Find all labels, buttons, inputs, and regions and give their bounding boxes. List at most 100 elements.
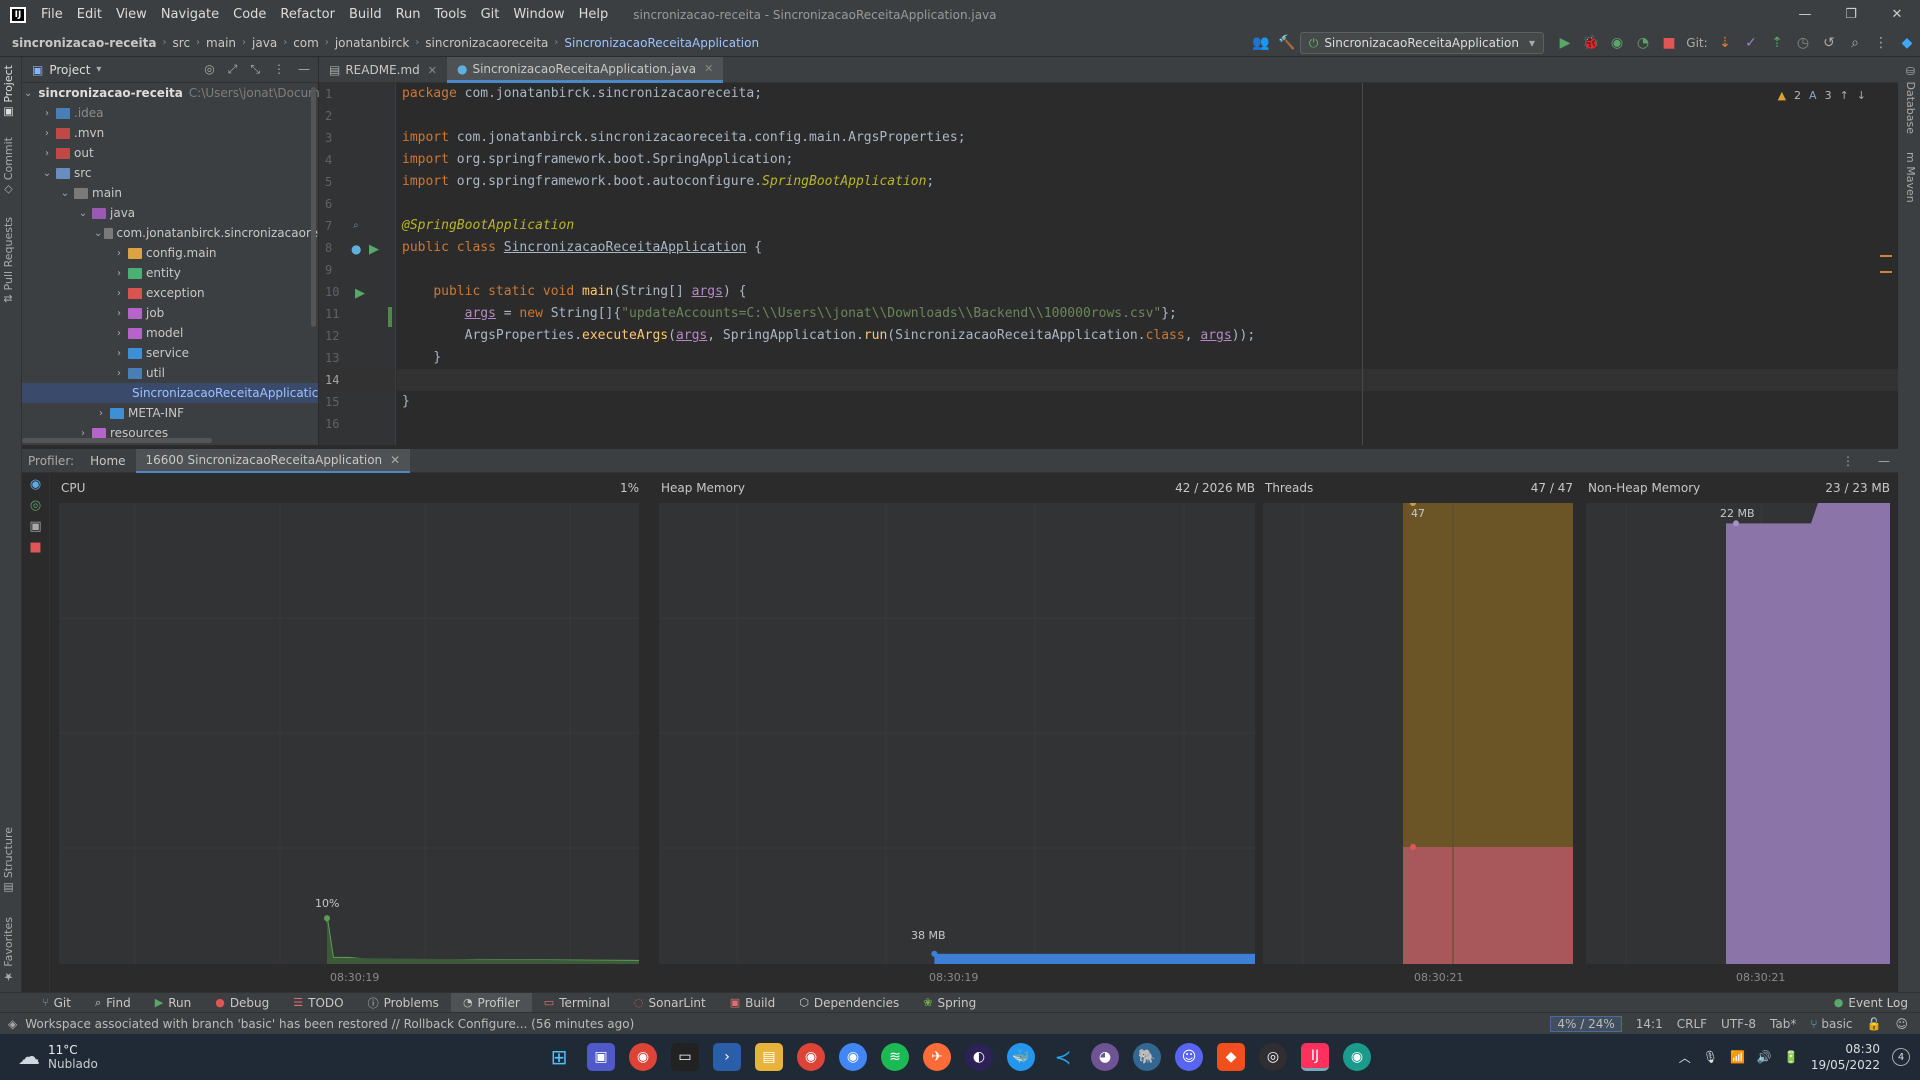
commit-tool-tab[interactable]: ◇ Commit [2,137,15,197]
postman-icon[interactable]: ✈ [923,1043,951,1071]
tree-item-main[interactable]: ⌄ main [22,183,318,203]
tree-item-config-main[interactable]: › config.main [22,243,318,263]
inspection-widget[interactable]: ▲ 2 A3 ↑ ↓ [1778,89,1866,102]
close-tab-icon[interactable]: ✕ [428,64,437,77]
volume-icon[interactable]: 🔊 [1757,1050,1772,1064]
breadcrumb-jonatanbirck[interactable]: jonatanbirck [335,36,409,50]
clock[interactable]: 08:30 19/05/2022 [1811,1041,1880,1073]
eclipse-icon[interactable]: ◐ [965,1043,993,1071]
cpu-snapshot-icon[interactable]: ◎ [22,498,49,513]
tree-item-java[interactable]: ⌄ java [22,203,318,223]
spring-bean-icon[interactable]: ● [351,242,361,256]
stop-profiling-icon[interactable]: ■ [22,540,49,555]
arrow-up-icon[interactable]: ↑ [1840,89,1849,102]
coverage-icon[interactable]: ◉ [1604,32,1630,54]
menu-git[interactable]: Git [474,7,507,22]
terminal-app-icon[interactable]: ▭ [671,1043,699,1071]
tree-item-entity[interactable]: › entity [22,263,318,283]
locate-icon[interactable]: ◎ [204,62,214,77]
menu-view[interactable]: View [109,7,154,22]
build-hammer-icon[interactable]: 🔨 [1274,32,1300,54]
rollback-icon[interactable]: ↺ [1816,32,1842,54]
tool-tab-run[interactable]: ▶ Run [143,993,203,1013]
tab-readme[interactable]: ▤ README.md ✕ [319,57,447,83]
expand-all-icon[interactable]: ⤢ [228,62,238,77]
tool-tab-event-log[interactable]: ● Event Log [1822,993,1920,1013]
tool-tab-spring[interactable]: ❀ Spring [911,993,988,1013]
options-icon[interactable]: ⋮ [1842,454,1854,468]
pull-requests-tool-tab[interactable]: ⇅ Pull Requests [2,217,15,303]
tab-profiler-home[interactable]: Home [80,449,135,473]
cpu-chart[interactable]: 10% [59,503,639,964]
tree-item-out[interactable]: › out [22,143,318,163]
tab-application-java[interactable]: ● SincronizacaoReceitaApplication.java ✕ [447,57,724,83]
close-tab-icon[interactable]: ✕ [390,453,400,467]
run-gutter-icon[interactable]: ▶ [369,242,379,257]
minimize-icon[interactable]: — [1782,0,1828,29]
history-icon[interactable]: ◷ [1790,32,1816,54]
obs-icon[interactable]: ◎ [1259,1043,1287,1071]
nonheap-chart[interactable]: 22 MB [1586,503,1890,964]
tool-tab-sonarlint[interactable]: ◌ SonarLint [622,993,718,1013]
windows-start-icon[interactable]: ⊞ [545,1043,573,1071]
tree-root[interactable]: ⌄ sincronizacao-receita C:\Users\jonat\Doc… [22,83,327,103]
stop-icon[interactable]: ■ [1656,32,1682,54]
docker-icon[interactable]: 🐳 [1007,1043,1035,1071]
chevron-up-icon[interactable]: ︿ [1679,1049,1691,1066]
code-editor[interactable]: package com.jonatanbirck.sincronizacaore… [397,83,1898,445]
breadcrumb-main[interactable]: main [206,36,236,50]
chrome-icon[interactable]: ◉ [629,1043,657,1071]
tool-tab-build[interactable]: ▣ Build [718,993,788,1013]
git-branch[interactable]: ⑂ basic [1810,1017,1852,1031]
browser-icon[interactable]: ◉ [1343,1043,1371,1071]
menu-tools[interactable]: Tools [428,7,474,22]
wifi-icon[interactable]: 📶 [1730,1050,1745,1064]
vscode-icon[interactable]: ≺ [1049,1043,1077,1071]
debug-icon[interactable]: 🐞 [1578,32,1604,54]
tree-item-service[interactable]: › service [22,343,318,363]
settings-icon[interactable]: ⋮ [1868,32,1894,54]
menu-build[interactable]: Build [342,7,389,22]
tool-tab-profiler[interactable]: ◔ Profiler [450,992,532,1013]
threads-chart[interactable]: 47 [1263,503,1573,964]
hide-icon[interactable]: — [1878,454,1890,468]
postgres-icon[interactable]: 🐘 [1133,1043,1161,1071]
hide-icon[interactable]: — [298,62,310,77]
powershell-icon[interactable]: › [713,1043,741,1071]
tool-tab-dependencies[interactable]: ⬡ Dependencies [787,993,911,1013]
project-tool-tab[interactable]: ▣ Project [2,65,15,119]
tree-item-model[interactable]: › model [22,323,318,343]
menu-file[interactable]: File [34,7,70,22]
maven-tool-tab[interactable]: m Maven [1904,152,1917,203]
breadcrumb-class[interactable]: SincronizacaoReceitaApplication [564,36,759,50]
menu-run[interactable]: Run [389,7,428,22]
discord-icon[interactable]: ☺ [1175,1043,1203,1071]
menu-window[interactable]: Window [506,7,571,22]
tool-tab-problems[interactable]: ⓘ Problems [356,993,451,1013]
cursor-position[interactable]: 14:1 [1636,1017,1663,1031]
menu-navigate[interactable]: Navigate [154,7,226,22]
tree-item-idea[interactable]: › .idea [22,103,318,123]
run-main-gutter-icon[interactable]: ▶ [355,286,365,301]
chrome-profile-icon[interactable]: ◉ [797,1043,825,1071]
microphone-icon[interactable]: 🎙 [1703,1050,1718,1064]
menu-edit[interactable]: Edit [70,7,109,22]
profile-icon[interactable]: ◔ [1630,32,1656,54]
bean-search-icon[interactable]: ⌕ [353,220,359,231]
tab-profiler-session[interactable]: 16600 SincronizacaoReceitaApplication ✕ [135,448,411,473]
tree-item-util[interactable]: › util [22,363,318,383]
file-explorer-icon[interactable]: ▤ [755,1043,783,1071]
figma-icon[interactable]: ◆ [1217,1043,1245,1071]
battery-icon[interactable]: 🔋 [1784,1050,1799,1064]
project-panel-title[interactable]: Project [49,63,90,77]
run-configuration-select[interactable]: ⏻ SincronizacaoReceitaApplication ▾ [1299,32,1544,54]
eye-icon[interactable]: ◉ [22,477,49,492]
tool-tab-todo[interactable]: ☰ TODO [281,993,355,1013]
tree-item-exception[interactable]: › exception [22,283,318,303]
favorites-tool-tab[interactable]: ★ Favorites [2,917,15,983]
github-desktop-icon[interactable]: ◕ [1091,1043,1119,1071]
tool-tab-find[interactable]: ⌕ Find [83,993,143,1013]
teams-icon[interactable]: ▣ [587,1043,615,1071]
options-icon[interactable]: ⋮ [273,62,285,77]
restore-icon[interactable]: ❐ [1828,0,1874,29]
